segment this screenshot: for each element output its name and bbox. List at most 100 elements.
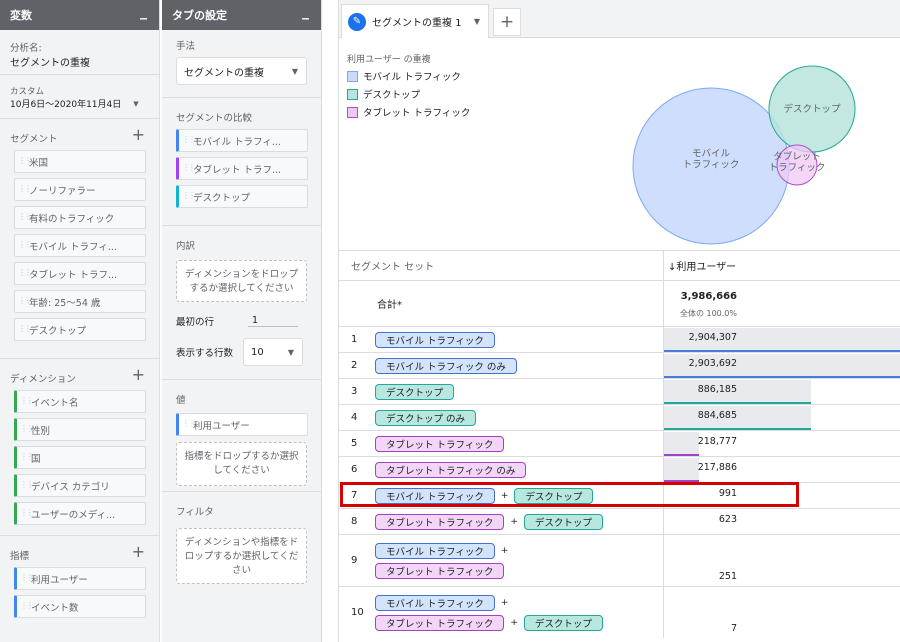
segment-pill[interactable]: デスクトップ のみ xyxy=(375,409,477,426)
dimension-chip[interactable]: ユーザーのメディ... xyxy=(14,502,146,525)
segment-line: タブレット トラフィック + デスクトップ xyxy=(375,613,663,633)
table-row[interactable]: 7 モバイル トラフィック + デスクトップ 991 xyxy=(339,482,900,508)
table-row[interactable]: 3 デスクトップ 886,185 xyxy=(339,378,900,404)
segment-chip[interactable]: モバイル トラフィ... xyxy=(14,234,146,257)
filter-section: フィルタ ディメンションや指標をドロップするか選択してください xyxy=(162,492,321,592)
segment-chip[interactable]: タブレット トラフ... xyxy=(14,262,146,285)
add-metric-icon[interactable]: + xyxy=(132,542,145,561)
legend-label: デスクトップ xyxy=(363,90,421,101)
segment-line: モバイル トラフィック + xyxy=(375,541,663,561)
technique-select[interactable]: セグメントの重複 ▼ xyxy=(176,57,307,85)
segment-set-cell: モバイル トラフィック + タブレット トラフィック + デスクトップ xyxy=(367,587,664,638)
minimize-variables-button[interactable]: _ xyxy=(140,4,147,20)
table-row[interactable]: 8 タブレット トラフィック + デスクトップ 623 xyxy=(339,508,900,534)
compare-segment-chip[interactable]: デスクトップ xyxy=(176,185,308,208)
analysis-name-value[interactable]: セグメントの重複 xyxy=(10,54,149,69)
metric-value-cell: 217,886 xyxy=(664,457,900,482)
segment-pill[interactable]: モバイル トラフィック xyxy=(375,331,495,348)
segment-pill[interactable]: デスクトップ xyxy=(514,487,594,504)
segment-chip[interactable]: デスクトップ xyxy=(14,318,146,341)
segment-pill[interactable]: デスクトップ xyxy=(523,614,603,631)
total-percent: 全体の 100.0% xyxy=(679,309,737,318)
dimension-chip[interactable]: 性別 xyxy=(14,418,146,441)
segment-line: モバイル トラフィック xyxy=(375,330,663,350)
technique-section: 手法 セグメントの重複 ▼ xyxy=(162,30,321,98)
segment-pill[interactable]: デスクトップ xyxy=(375,383,455,400)
table-row[interactable]: 2 モバイル トラフィック のみ 2,903,692 xyxy=(339,352,900,378)
segment-line: モバイル トラフィック のみ xyxy=(375,356,663,376)
col-segment-header[interactable]: セグメント セット xyxy=(339,251,664,280)
table-row[interactable]: 4 デスクトップ のみ 884,685 xyxy=(339,404,900,430)
add-dimension-icon[interactable]: + xyxy=(132,365,145,384)
dimensions-section: ディメンション + イベント名性別国デバイス カテゴリユーザーのメディ... xyxy=(0,359,159,536)
variables-title: 変数 xyxy=(10,9,32,22)
legend-swatch xyxy=(347,106,358,118)
plus-sign: + xyxy=(500,545,509,556)
segment-pill[interactable]: タブレット トラフィック xyxy=(375,562,505,579)
segment-chip[interactable]: ノーリファラー xyxy=(14,178,146,201)
dimension-chip[interactable]: デバイス カテゴリ xyxy=(14,474,146,497)
table-row[interactable]: 1 モバイル トラフィック 2,904,307 xyxy=(339,326,900,352)
date-range-selector[interactable]: 10月6日～2020年11月4日 ▼ xyxy=(10,97,149,111)
minimize-tab-settings-button[interactable]: _ xyxy=(302,4,309,20)
metric-value-cell: 2,904,307 xyxy=(664,327,900,352)
dimension-chip[interactable]: イベント名 xyxy=(14,390,146,413)
start-row-input[interactable]: 1 xyxy=(248,315,299,327)
compare-segment-chip[interactable]: タブレット トラフ... xyxy=(176,157,308,180)
table-row[interactable]: 10 モバイル トラフィック + タブレット トラフィック + デスクトップ 7 xyxy=(339,586,900,638)
segment-chip[interactable]: 米国 xyxy=(14,150,146,173)
dimension-chip[interactable]: 国 xyxy=(14,446,146,469)
freeform-table: セグメント セット ↓利用ユーザー 合計* 3,986,666 全体の 100.… xyxy=(339,250,900,638)
breakdown-dropzone[interactable]: ディメンションをドロップするか選択してください xyxy=(176,260,307,302)
analysis-name-section: 分析名: セグメントの重複 xyxy=(0,30,159,75)
segment-chip[interactable]: 年齢: 25～54 歳 xyxy=(14,290,146,313)
legend-item: モバイル トラフィック xyxy=(347,67,470,85)
filter-label: フィルタ xyxy=(176,507,214,518)
metrics-section: 指標 + 利用ユーザーイベント数 xyxy=(0,536,159,626)
segment-line: モバイル トラフィック + デスクトップ xyxy=(375,486,663,506)
segment-pill[interactable]: タブレット トラフィック のみ xyxy=(375,461,527,478)
filter-dropzone[interactable]: ディメンションや指標をドロップするか選択してください xyxy=(176,528,307,584)
rows-select[interactable]: 10 ▼ xyxy=(243,338,304,366)
segments-label: セグメント xyxy=(10,134,58,145)
add-tab-button[interactable]: + xyxy=(493,8,521,36)
analysis-name-label: 分析名: xyxy=(10,43,42,54)
tab-bar: ✎ セグメントの重複 1 ▼ + xyxy=(339,0,900,38)
legend: 利用ユーザー の重複 モバイル トラフィック デスクトップ タブレット トラフィック xyxy=(347,52,470,121)
total-row: 合計* 3,986,666 全体の 100.0% xyxy=(339,280,900,326)
values-item[interactable]: 利用ユーザー xyxy=(176,413,308,436)
table-row[interactable]: 9 モバイル トラフィック + タブレット トラフィック 251 xyxy=(339,534,900,586)
segment-pill[interactable]: タブレット トラフィック xyxy=(375,614,505,631)
row-number: 5 xyxy=(351,438,358,449)
compare-segment-chip[interactable]: モバイル トラフィ... xyxy=(176,129,308,152)
tab-segment-overlap[interactable]: ✎ セグメントの重複 1 ▼ xyxy=(341,4,489,38)
rows-value: 10 xyxy=(251,346,264,358)
segment-pill[interactable]: タブレット トラフィック xyxy=(375,435,505,452)
values-dropzone[interactable]: 指標をドロップするか選択してください xyxy=(176,442,307,486)
segment-pill[interactable]: モバイル トラフィック xyxy=(375,542,495,559)
date-range-section[interactable]: カスタム 10月6日～2020年11月4日 ▼ xyxy=(0,75,159,119)
pencil-icon[interactable]: ✎ xyxy=(348,12,366,31)
chevron-down-icon[interactable]: ▼ xyxy=(474,17,480,26)
col-metric-header[interactable]: ↓利用ユーザー xyxy=(664,251,900,280)
segment-set-cell: タブレット トラフィック xyxy=(367,431,664,456)
segment-line: デスクトップ xyxy=(375,382,663,402)
segment-pill[interactable]: モバイル トラフィック xyxy=(375,487,495,504)
metric-chip[interactable]: 利用ユーザー xyxy=(14,567,146,590)
metric-value: 217,886 xyxy=(697,462,737,473)
segment-pill[interactable]: タブレット トラフィック xyxy=(375,513,505,530)
segment-line: タブレット トラフィック xyxy=(375,561,663,581)
main-canvas: ✎ セグメントの重複 1 ▼ + モバイルトラフィック デスクトップ タブレット… xyxy=(338,0,900,642)
segment-pill[interactable]: モバイル トラフィック のみ xyxy=(375,357,517,374)
segment-line: タブレット トラフィック xyxy=(375,434,663,454)
segment-set-cell: タブレット トラフィック + デスクトップ xyxy=(367,509,664,534)
table-row[interactable]: 6 タブレット トラフィック のみ 217,886 xyxy=(339,456,900,482)
legend-swatch xyxy=(347,70,358,82)
segment-pill[interactable]: デスクトップ xyxy=(523,513,603,530)
tab-label: セグメントの重複 1 xyxy=(372,18,462,29)
add-segment-icon[interactable]: + xyxy=(132,125,145,144)
segment-chip[interactable]: 有料のトラフィック xyxy=(14,206,146,229)
segment-pill[interactable]: モバイル トラフィック xyxy=(375,594,495,611)
metric-chip[interactable]: イベント数 xyxy=(14,595,146,618)
table-row[interactable]: 5 タブレット トラフィック 218,777 xyxy=(339,430,900,456)
